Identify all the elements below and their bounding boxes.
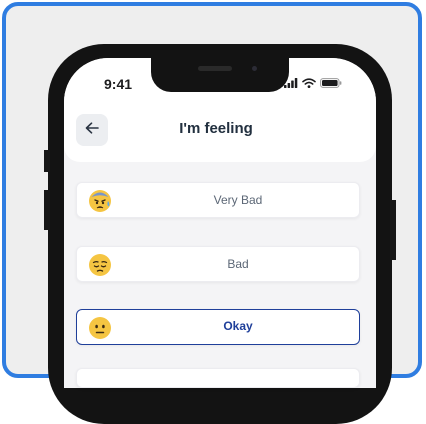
- mood-option-label: Very Bad: [213, 193, 263, 207]
- side-button-left: [44, 150, 50, 172]
- pensive-face-icon: [88, 253, 112, 277]
- anxious-sweat-face-icon: [88, 189, 112, 213]
- side-button-left-2: [44, 190, 50, 230]
- speaker-grille: [198, 66, 232, 71]
- mood-option-partial[interactable]: [76, 368, 360, 388]
- signal-icon: [284, 75, 298, 93]
- battery-icon: [320, 75, 342, 93]
- back-button[interactable]: [76, 114, 108, 146]
- wifi-icon: [302, 75, 316, 93]
- mood-option-okay[interactable]: Okay: [76, 309, 360, 345]
- mood-option-label: Okay: [223, 319, 253, 333]
- status-icons: [284, 76, 342, 92]
- mood-option-bad[interactable]: Bad: [76, 246, 360, 282]
- side-button-right: [390, 200, 396, 260]
- mood-option-label: Bad: [227, 257, 249, 271]
- arrow-left-icon: [85, 121, 99, 139]
- mood-option-very-bad[interactable]: Very Bad: [76, 182, 360, 218]
- notch: [151, 56, 289, 92]
- page-title: I'm feeling: [179, 120, 253, 137]
- neutral-face-icon: [88, 316, 112, 340]
- front-camera: [252, 66, 257, 71]
- status-time: 9:41: [104, 76, 133, 92]
